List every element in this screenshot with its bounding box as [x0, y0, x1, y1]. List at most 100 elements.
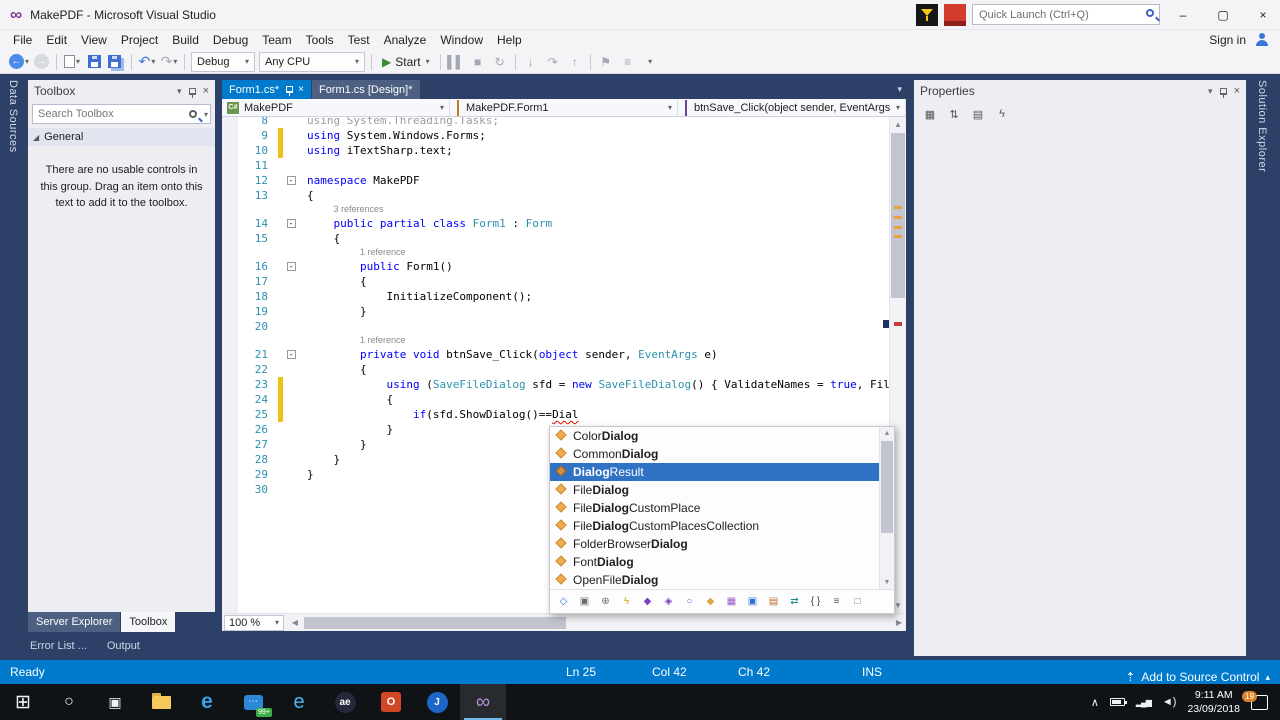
nav-dropdown[interactable]: MakePDF.Form1 ▾ [450, 99, 678, 116]
step-over-button[interactable]: ↷ [542, 51, 564, 73]
navigate-back-button[interactable]: ← ▾ [8, 51, 30, 73]
close-icon[interactable]: × [298, 84, 304, 95]
code-line[interactable]: 24 { [222, 392, 906, 407]
code-line[interactable]: 19 } [222, 304, 906, 319]
code-line[interactable]: 8 using System.Threading.Tasks; [222, 117, 906, 128]
scroll-down-icon[interactable]: ▼ [880, 576, 894, 589]
autohide-tab-solution-explorer[interactable]: Solution Explorer [1256, 80, 1268, 172]
pin-icon[interactable] [1219, 87, 1227, 98]
taskbar-task-view[interactable]: ▣ [92, 684, 138, 720]
completion-item[interactable]: FileDialogCustomPlacesCollection [550, 517, 879, 535]
code-line[interactable]: 10 using iTextSharp.text; [222, 143, 906, 158]
scroll-left-icon[interactable]: ◀ [288, 618, 302, 627]
interface-filter-icon[interactable]: ○ [680, 593, 699, 611]
fold-toggle[interactable]: - [286, 262, 296, 271]
code-line[interactable]: 23 using (SaveFileDialog sfd = new SaveF… [222, 377, 906, 392]
class-filter-icon[interactable]: ◆ [701, 593, 720, 611]
quick-launch-input[interactable] [972, 4, 1160, 25]
constant-filter-icon[interactable]: ▣ [575, 593, 594, 611]
codelens-row[interactable]: 3 references [222, 203, 906, 216]
completion-item[interactable]: ColorDialog [550, 427, 879, 445]
fold-toggle[interactable]: - [286, 219, 296, 228]
action-center-icon[interactable]: 19 [1242, 690, 1268, 710]
code-line[interactable]: 15 { [222, 231, 906, 246]
completion-scroll-thumb[interactable] [881, 441, 893, 533]
scroll-right-icon[interactable]: ▶ [892, 618, 906, 627]
taskbar-start[interactable]: ⊞ [0, 684, 46, 720]
menu-file[interactable]: File [6, 31, 39, 49]
save-all-button[interactable] [105, 51, 127, 73]
code-line[interactable]: 17 { [222, 274, 906, 289]
completion-item[interactable]: FileDialog [550, 481, 879, 499]
menu-analyze[interactable]: Analyze [377, 31, 434, 49]
taskbar-messaging[interactable]: ⋯ 99+ [230, 684, 276, 720]
pin-icon[interactable] [188, 87, 196, 98]
code-line[interactable]: 20 [222, 319, 906, 334]
taskbar-search[interactable]: ○ [46, 684, 92, 720]
code-line[interactable]: 12- namespace MakePDF [222, 173, 906, 188]
close-icon[interactable]: × [203, 85, 209, 97]
undo-button[interactable]: ↶ ▾ [136, 51, 158, 73]
completion-item[interactable]: OpenFileDialog [550, 571, 879, 589]
tray-chevron-up-icon[interactable]: ∧ [1091, 696, 1099, 709]
minimize-button[interactable]: – [1166, 0, 1200, 29]
network-icon[interactable]: ▂▄▆ [1136, 698, 1152, 707]
namespace-filter-icon[interactable]: { } [806, 593, 825, 611]
close-icon[interactable]: × [1234, 85, 1240, 97]
code-line[interactable]: 9 using System.Windows.Forms; [222, 128, 906, 143]
taskbar-j-app[interactable]: J [414, 684, 460, 720]
redo-button[interactable]: ↷ ▾ [158, 51, 180, 73]
quick-launch[interactable] [972, 4, 1160, 25]
taskbar-visual-studio[interactable]: ∞ [460, 684, 506, 720]
sign-in-link[interactable]: Sign in [1209, 33, 1246, 47]
restart-button[interactable]: ↻ [489, 51, 511, 73]
fold-toggle[interactable]: - [286, 350, 296, 359]
fold-toggle[interactable]: - [286, 176, 296, 185]
taskbar-edge[interactable]: e [184, 684, 230, 720]
window-position-icon[interactable]: ▾ [177, 86, 182, 97]
toolbox-group-general[interactable]: ◢ General [28, 128, 215, 146]
completion-item[interactable]: CommonDialog [550, 445, 879, 463]
navigate-forward-button[interactable]: → [30, 51, 52, 73]
codelens-row[interactable]: 1 reference [222, 334, 906, 347]
document-tab[interactable]: Form1.cs* × [222, 80, 311, 99]
nav-dropdown[interactable]: btnSave_Click(object sender, EventArgs ▾ [678, 99, 906, 116]
overlay-record-icon[interactable] [944, 3, 966, 26]
debug-target-combo[interactable]: Debug ▾ [191, 51, 256, 72]
scroll-up-icon[interactable]: ▲ [880, 427, 894, 440]
menu-test[interactable]: Test [341, 31, 377, 49]
taskbar-ie[interactable]: e [276, 684, 322, 720]
code-line[interactable]: 11 [222, 158, 906, 173]
extension-method-filter-icon[interactable]: ◈ [659, 593, 678, 611]
maximize-button[interactable]: ▢ [1206, 0, 1240, 29]
completion-scrollbar[interactable]: ▲ ▼ [879, 427, 894, 589]
code-line[interactable]: 22 { [222, 362, 906, 377]
completion-item[interactable]: FolderBrowserDialog [550, 535, 879, 553]
chevron-down-icon[interactable]: ▾ [204, 110, 208, 119]
completion-item[interactable]: FileDialogCustomPlace [550, 499, 879, 517]
method-filter-icon[interactable]: ◆ [638, 593, 657, 611]
find-in-files-button[interactable]: ≡ [617, 51, 639, 73]
break-all-button[interactable]: ▌▌ [445, 51, 467, 73]
step-out-button[interactable]: ↑ [564, 51, 586, 73]
autohide-tab-output[interactable]: Output [107, 640, 140, 652]
document-tab[interactable]: Form1.cs [Design]* [311, 80, 420, 99]
completion-item[interactable]: FontDialog [550, 553, 879, 571]
code-line[interactable]: 13{ [222, 188, 906, 203]
code-line[interactable]: 14- public partial class Form1 : Form [222, 216, 906, 231]
menu-edit[interactable]: Edit [39, 31, 74, 49]
bookmark-button[interactable]: ⚑ [595, 51, 617, 73]
code-line[interactable]: 25 if(sfd.ShowDialog()==Dial [222, 407, 906, 422]
stop-button[interactable]: ■ [467, 51, 489, 73]
taskbar-ae[interactable]: ae [322, 684, 368, 720]
platform-combo[interactable]: Any CPU ▾ [259, 51, 366, 72]
alphabetical-sort-icon[interactable]: ⇅ [944, 104, 964, 124]
struct-filter-icon[interactable]: ▣ [743, 593, 762, 611]
nav-dropdown[interactable]: C# MakePDF ▾ [222, 99, 450, 116]
delegate-filter-icon[interactable]: ⇄ [785, 593, 804, 611]
menu-view[interactable]: View [74, 31, 114, 49]
code-line[interactable]: 18 InitializeComponent(); [222, 289, 906, 304]
volume-icon[interactable]: ◄) [1162, 696, 1177, 708]
properties-icon[interactable]: ▤ [968, 104, 988, 124]
horizontal-scroll-thumb[interactable] [304, 617, 566, 629]
